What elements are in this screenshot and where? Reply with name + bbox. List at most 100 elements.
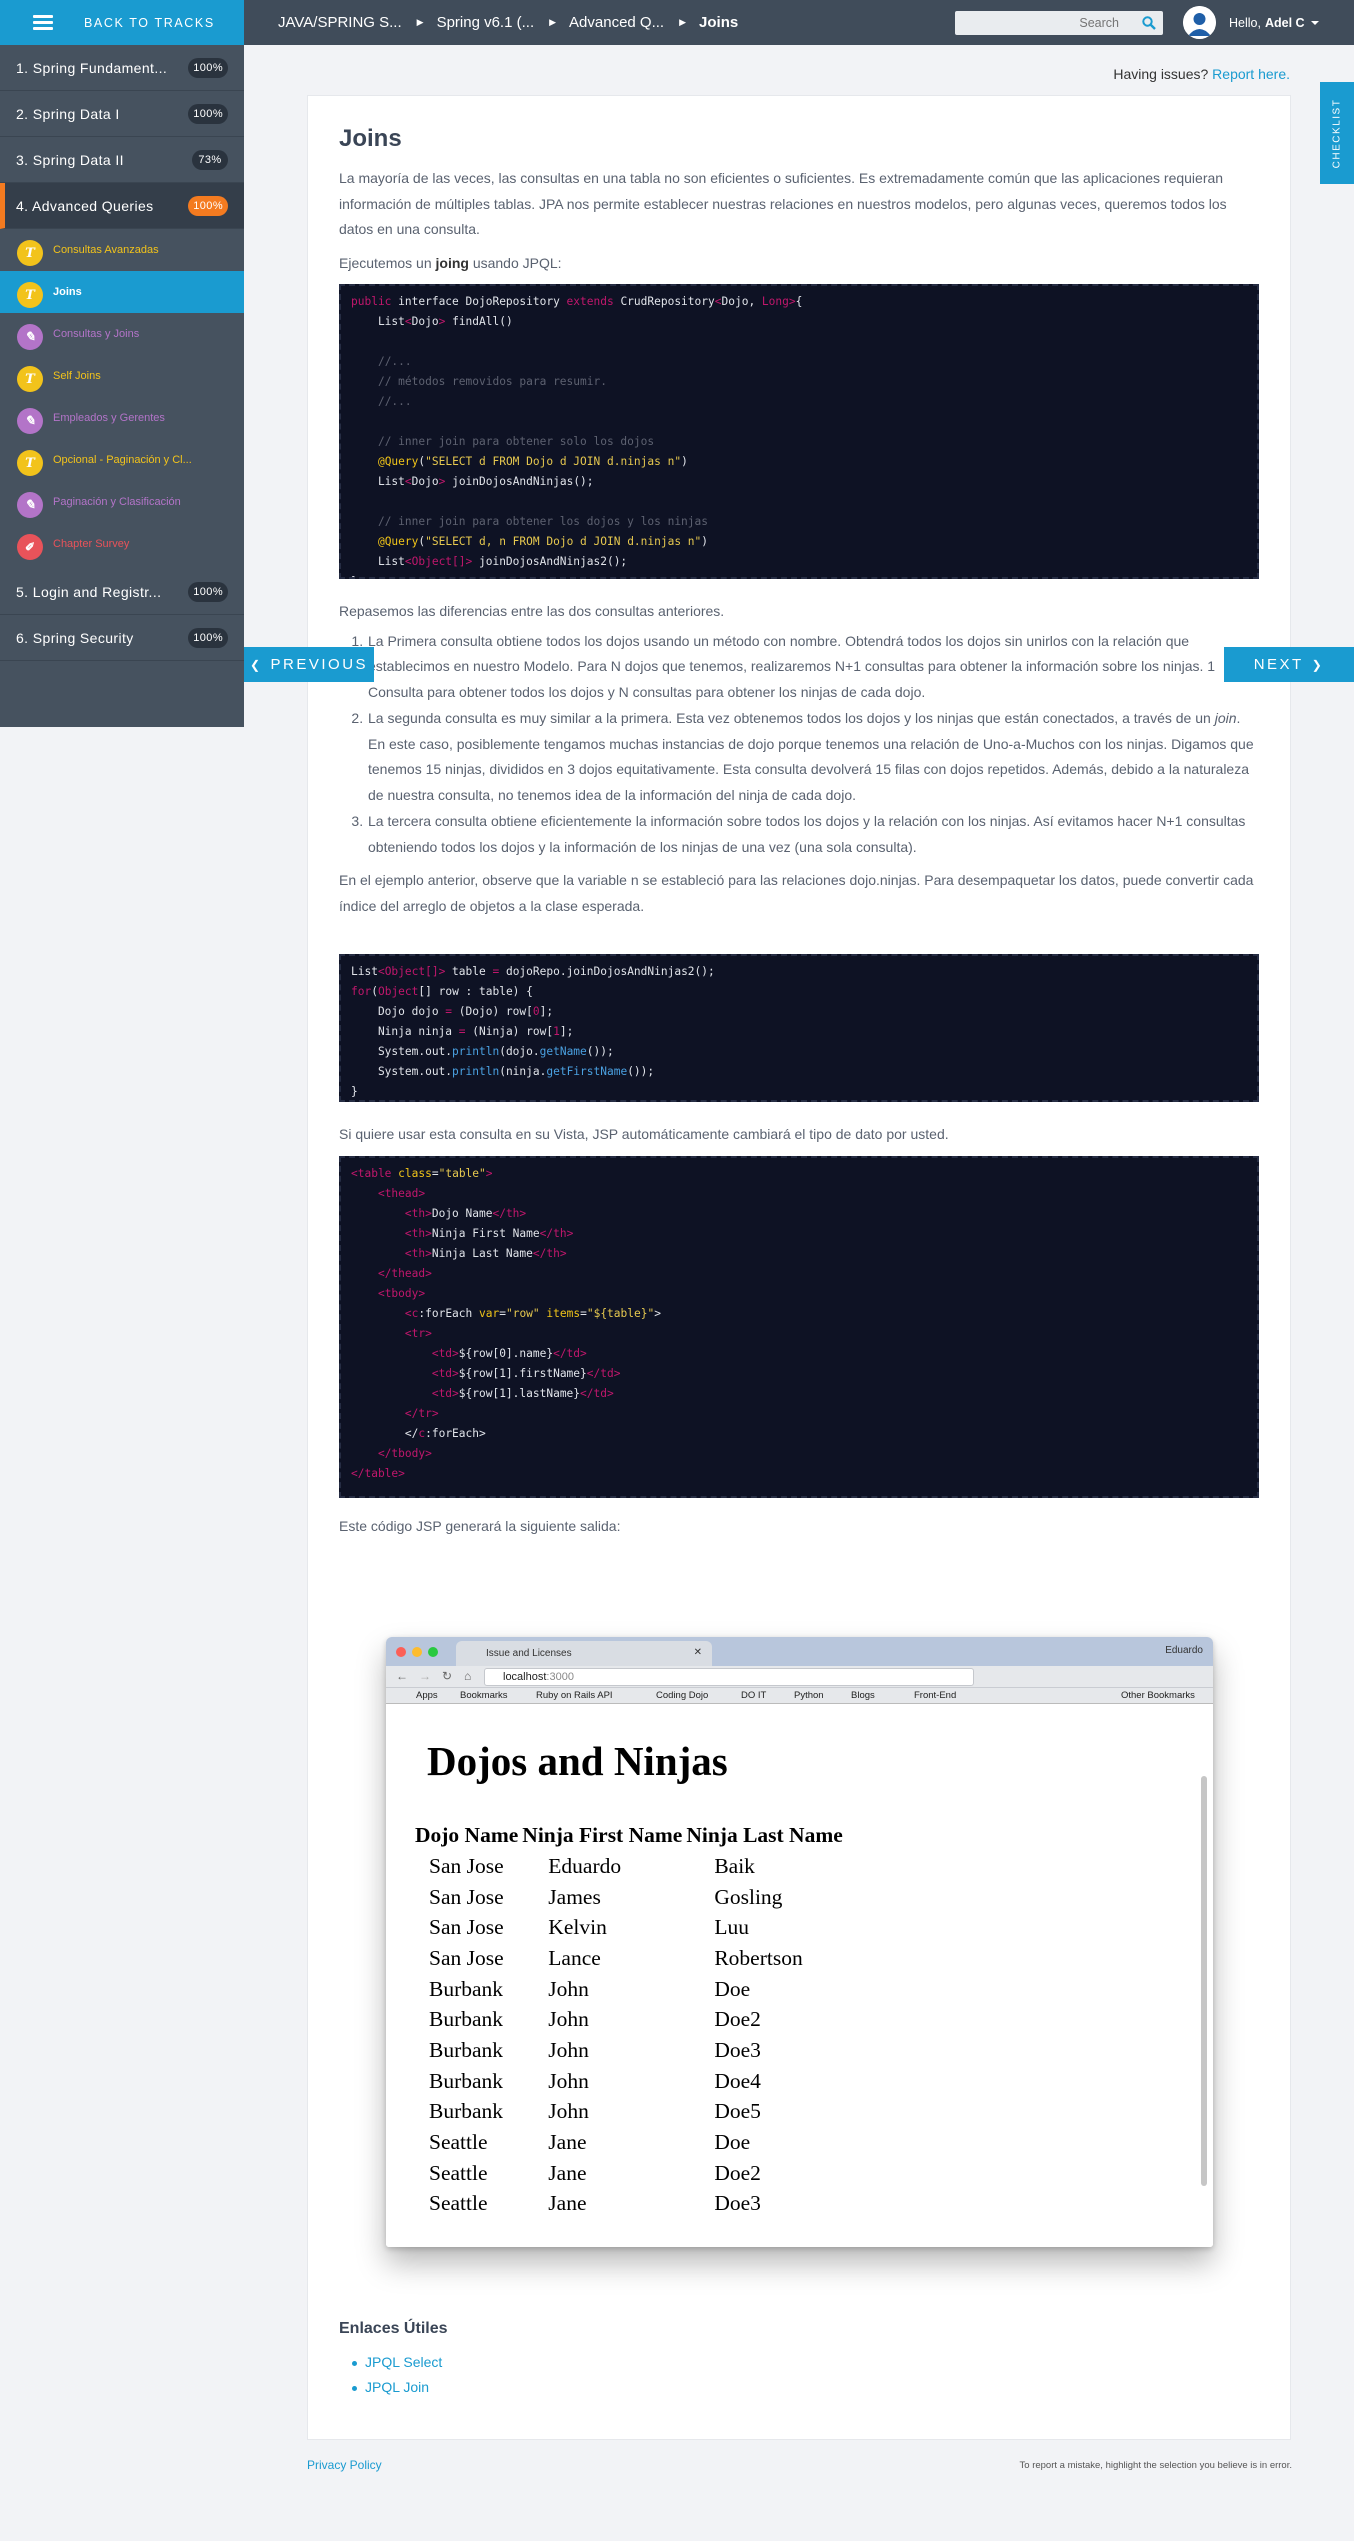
report-mistake-note: To report a mistake, highlight the selec… [1019,2460,1292,2471]
bookmark: Apps [416,1690,438,1701]
lesson-self-joins[interactable]: T Self Joins [0,355,244,397]
user-menu[interactable]: Hello, Adel C [1229,0,1319,45]
table-row: San Jose James Gosling [413,1882,845,1913]
search-icon[interactable] [1142,16,1156,30]
progress-badge: 100% [188,196,228,216]
chapter-spring-fundamentals[interactable]: 1. Spring Fundament... 100% [0,45,244,91]
progress-badge: 100% [188,104,228,124]
previous-label: PREVIOUS [270,656,369,673]
table-cell: Luu [714,1915,749,1940]
breadcrumb-track[interactable]: JAVA/SPRING S... [278,14,402,31]
table-cell: Doe5 [714,2099,761,2124]
progress-badge: 73% [192,150,228,170]
report-link[interactable]: Report here. [1212,66,1290,82]
table-cell: John [548,2099,589,2124]
chapter-label: 1. Spring Fundament... [16,59,168,76]
lesson-empleados-y-gerentes[interactable]: ✎ Empleados y Gerentes [0,397,244,439]
previous-button[interactable]: ❮ PREVIOUS [244,647,374,682]
table-cell: Seattle [429,2130,488,2155]
table-cell: Seattle [429,2160,488,2185]
table-cell: Jane [548,2191,587,2216]
page-title: Joins [339,125,402,152]
table-row: Burbank John Doe5 [413,2097,845,2128]
table-cell: San Jose [429,1945,504,1970]
table-row: San Jose Kelvin Luu [413,1912,845,1943]
lesson-opcional-paginacion[interactable]: T Opcional - Paginación y Cl... [0,439,244,481]
link-jpql-select[interactable]: JPQL Select [365,2354,442,2370]
browser-page: Dojos and Ninjas Dojo Name Ninja First N… [386,1704,1213,2247]
chapter-label: 3. Spring Data II [16,151,124,168]
privacy-policy-link[interactable]: Privacy Policy [307,2458,382,2472]
chapter-label: 6. Spring Security [16,629,134,646]
breadcrumb-chapter[interactable]: Advanced Q... [569,14,664,31]
back-arrow-icon: ← [396,1669,408,1683]
search-box [955,11,1163,35]
chapter-spring-data-1[interactable]: 2. Spring Data I 100% [0,91,244,137]
table-cell: Doe2 [714,2007,761,2032]
code-block-unpack: List<Object[]> table = dojoRepo.joinDojo… [339,954,1259,1102]
breadcrumb-course[interactable]: Spring v6.1 (... [437,14,535,31]
table-row: Seattle Jane Doe [413,2127,845,2158]
top-bar: BACK TO TRACKS JAVA/SPRING S... ▶ Spring… [0,0,1354,45]
text-icon: T [17,240,43,266]
table-cell: San Jose [429,1915,504,1940]
table-row: Burbank John Doe3 [413,2035,845,2066]
search-input[interactable] [955,11,1125,35]
article: Joins La mayoría de las veces, las consu… [339,95,1259,1539]
browser-toolbar: ← → ↻ ⌂ localhost:3000 [386,1666,1213,1688]
text: La segunda consulta es muy similar a la … [368,710,1215,726]
bookmark: Blogs [851,1690,875,1701]
lesson-chapter-survey[interactable]: ✐ Chapter Survey [0,523,244,565]
diff-paragraph: Repasemos las diferencias entre las dos … [339,603,725,619]
chapter-label: 2. Spring Data I [16,105,120,122]
table-cell: Burbank [429,2007,504,2032]
table-cell: Doe4 [714,2068,761,2093]
avatar[interactable] [1183,6,1216,39]
table-cell: Doe3 [714,2037,761,2062]
chapter-login-and-registration[interactable]: 5. Login and Registr... 100% [0,569,244,615]
lesson-joins[interactable]: T Joins [0,271,244,313]
back-to-tracks-button[interactable]: BACK TO TRACKS [0,0,244,45]
chapter-label: 4. Advanced Queries [16,197,154,214]
intro-paragraph: La mayoría de las veces, las consultas e… [339,170,1227,237]
lesson-consultas-avanzadas[interactable]: T Consultas Avanzadas [0,229,244,271]
list-item: JPQL Select [352,2350,1259,2375]
example-paragraph: En el ejemplo anterior, observe que la v… [339,872,1254,914]
bookmark: Front-End [914,1690,957,1701]
lesson-consultas-y-joins[interactable]: ✎ Consultas y Joins [0,313,244,355]
lesson-label: Self Joins [53,370,101,382]
survey-icon: ✐ [17,534,43,560]
table-cell: Jane [548,2160,587,2185]
lesson-label: Chapter Survey [53,538,130,550]
lesson-label: Consultas Avanzadas [53,244,159,256]
list-item: La tercera consulta obtiene eficientemen… [367,809,1259,860]
code-block-jsp: <table class="table"> <thead> <th>Dojo N… [339,1155,1259,1498]
next-button[interactable]: NEXT ❯ [1224,647,1354,682]
breadcrumb: JAVA/SPRING S... ▶ Spring v6.1 (... ▶ Ad… [278,0,738,45]
bookmark: Python [794,1690,824,1701]
table-row: Burbank John Doe4 [413,2066,845,2097]
browser-output-screenshot: Issue and Licenses ✕ Eduardo ← → ↻ ⌂ loca… [386,1637,1213,2247]
url-host: localhost [503,1671,547,1683]
checklist-tab[interactable]: CHECKLIST [1320,82,1354,184]
code-block-repository: public interface DojoRepository extends … [339,284,1259,579]
issues-notice: Having issues? Report here. [1113,66,1290,82]
sidebar: 1. Spring Fundament... 100% 2. Spring Dat… [0,45,244,727]
table-row: San Jose Eduardo Baik [413,1851,845,1882]
chapter-spring-security[interactable]: 6. Spring Security 100% [0,615,244,661]
browser-user: Eduardo [1165,1645,1203,1656]
table-cell: John [548,2007,589,2032]
table-cell: John [548,1976,589,2001]
table-cell: Burbank [429,1976,504,2001]
text-icon: T [17,450,43,476]
lesson-paginacion-y-clasificacion[interactable]: ✎ Paginación y Clasificación [0,481,244,523]
text: usando JPQL: [468,254,562,271]
link-jpql-join[interactable]: JPQL Join [365,2379,429,2395]
chapter-advanced-queries[interactable]: 4. Advanced Queries 100% [0,183,244,229]
chapter-spring-data-2[interactable]: 3. Spring Data II 73% [0,137,244,183]
list-item: JPQL Join [352,2375,1259,2400]
back-to-tracks-label: BACK TO TRACKS [84,15,215,30]
chevron-right-icon: ▶ [416,17,424,27]
column-header: Ninja First Name [522,1823,683,1847]
table-cell: San Jose [429,1853,504,1878]
